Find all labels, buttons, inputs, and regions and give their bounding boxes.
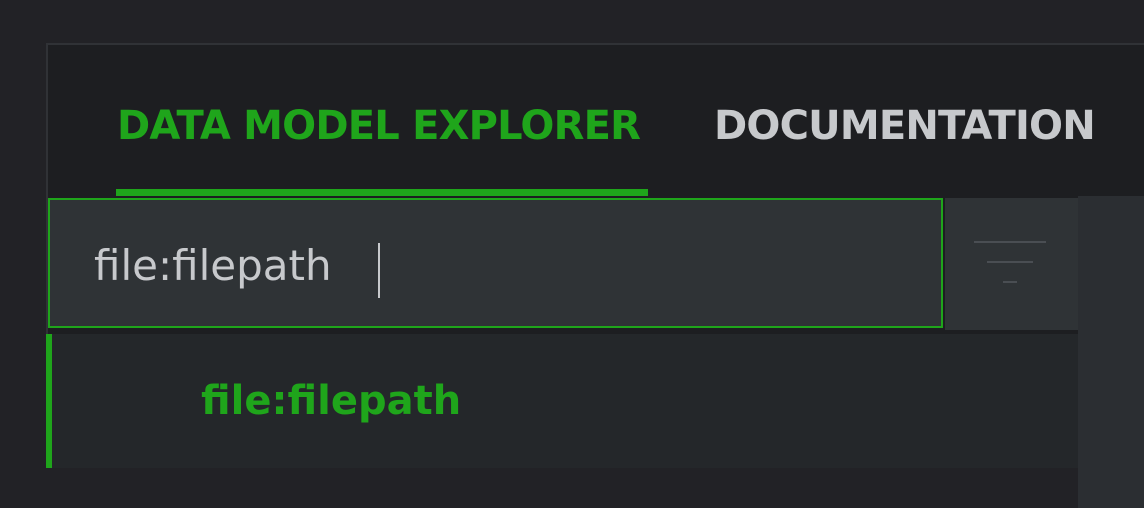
page: DATA MODEL EXPLORER DOCUMENTATION file:f… [0, 0, 1144, 508]
active-tab-indicator [116, 189, 648, 196]
tab-documentation[interactable]: DOCUMENTATION [714, 98, 1096, 154]
selected-result-indicator [46, 334, 52, 468]
search-result-label: file:filepath [201, 378, 462, 424]
text-caret [378, 243, 380, 298]
tab-data-model-explorer[interactable]: DATA MODEL EXPLORER [117, 98, 641, 154]
search-box[interactable] [48, 198, 943, 328]
search-input[interactable] [94, 230, 914, 300]
right-pane [1078, 196, 1144, 508]
filter-button[interactable] [945, 198, 1078, 330]
search-result-item[interactable]: file:filepath [46, 334, 1078, 468]
